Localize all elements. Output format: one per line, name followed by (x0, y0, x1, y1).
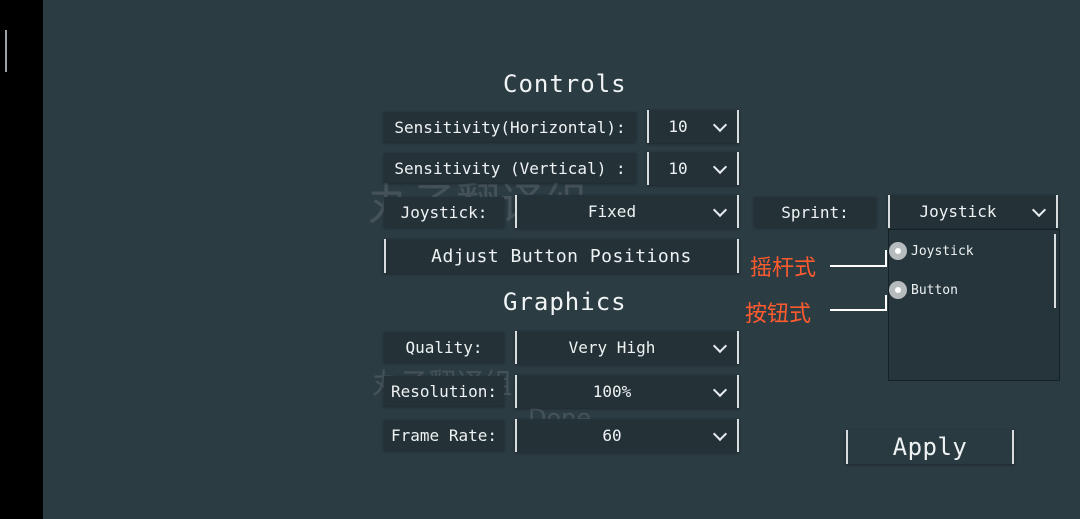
radio-icon (889, 242, 907, 260)
sprint-label: Sprint: (754, 197, 876, 227)
sprint-option-button[interactable]: Button (889, 278, 958, 302)
resolution-label-text: Resolution: (391, 381, 497, 401)
sensitivity-vertical-select[interactable]: 10 (647, 152, 739, 185)
joystick-select[interactable]: Fixed (515, 195, 739, 228)
dropdown-scrollbar[interactable] (1054, 234, 1056, 308)
adjust-button-positions-label: Adjust Button Positions (431, 245, 692, 267)
chevron-down-icon (712, 382, 728, 397)
quality-label: Quality: (384, 332, 504, 362)
annotation-line (885, 295, 887, 311)
sensitivity-horizontal-label: Sensitivity(Horizontal): (384, 112, 636, 142)
chevron-down-icon (1031, 202, 1047, 217)
framerate-value: 60 (602, 426, 622, 445)
sprint-option-label: Joystick (911, 243, 974, 259)
chevron-down-icon (712, 426, 728, 441)
graphics-heading: Graphics (503, 288, 627, 316)
sprint-label-text: Sprint: (781, 202, 849, 222)
annotation-line (885, 250, 887, 267)
adjust-button-positions-button[interactable]: Adjust Button Positions (384, 239, 739, 273)
resolution-label: Resolution: (384, 376, 504, 406)
sensitivity-horizontal-label-text: Sensitivity(Horizontal): (394, 117, 626, 137)
joystick-label: Joystick: (384, 197, 504, 227)
annotation-joystick: 摇杆式 (750, 256, 817, 281)
framerate-label-text: Frame Rate: (391, 425, 497, 445)
quality-value: Very High (568, 338, 656, 357)
chevron-down-icon (712, 117, 728, 132)
sensitivity-horizontal-select[interactable]: 10 (647, 110, 739, 143)
resolution-value: 100% (592, 382, 632, 401)
sensitivity-vertical-label-text: Sensitivity (Vertical) : (394, 158, 626, 178)
framerate-select[interactable]: 60 (515, 419, 739, 452)
apply-button-label: Apply (892, 433, 968, 461)
left-system-bar (0, 0, 43, 519)
sensitivity-horizontal-value: 10 (668, 117, 688, 136)
sprint-option-label: Button (911, 282, 958, 298)
sensitivity-vertical-value: 10 (668, 159, 688, 178)
chevron-down-icon (712, 338, 728, 353)
annotation-line (830, 265, 886, 267)
joystick-label-text: Joystick: (400, 202, 488, 222)
sprint-select[interactable]: Joystick (888, 195, 1058, 228)
sensitivity-vertical-label: Sensitivity (Vertical) : (384, 153, 636, 183)
annotation-button: 按钮式 (745, 302, 812, 327)
radio-icon (889, 281, 907, 299)
sprint-option-joystick[interactable]: Joystick (889, 239, 974, 263)
joystick-value: Fixed (587, 202, 637, 221)
sprint-value: Joystick (919, 202, 997, 221)
system-notch (5, 30, 7, 72)
chevron-down-icon (712, 159, 728, 174)
resolution-select[interactable]: 100% (515, 375, 739, 408)
framerate-label: Frame Rate: (384, 420, 504, 450)
quality-label-text: Quality: (405, 337, 483, 357)
annotation-line (830, 309, 886, 311)
controls-heading: Controls (503, 70, 627, 98)
sprint-dropdown-list[interactable]: Joystick Button (888, 229, 1060, 381)
apply-button[interactable]: Apply (846, 430, 1014, 464)
quality-select[interactable]: Very High (515, 331, 739, 364)
chevron-down-icon (712, 202, 728, 217)
